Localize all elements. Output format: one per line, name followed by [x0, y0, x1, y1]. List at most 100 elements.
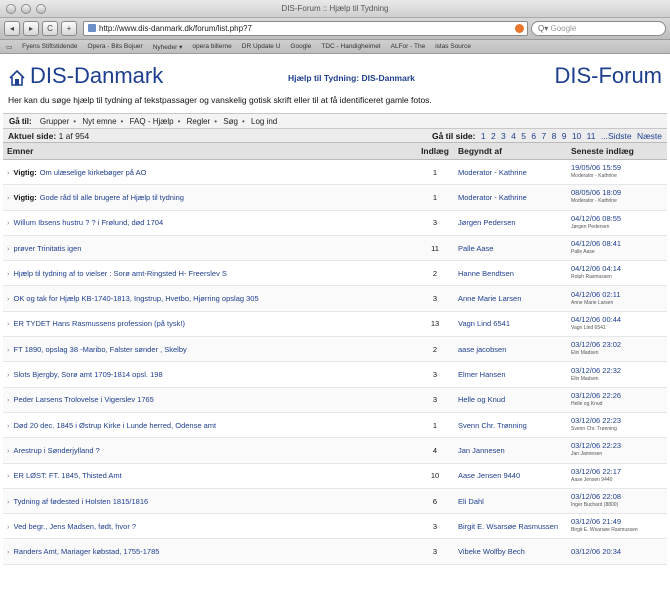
last-post-date-link[interactable]: 04/12/06 02:11: [571, 290, 663, 299]
rss-icon[interactable]: [515, 24, 524, 33]
bullet-separator: •: [177, 117, 181, 126]
topic-link[interactable]: ER LØST: FT. 1845, Thisted Amt: [14, 471, 122, 480]
last-post-date-link[interactable]: 03/12/06 21:49: [571, 518, 663, 526]
bookmark-item[interactable]: Google: [290, 43, 311, 50]
table-row: › Vigtig: Om ulæselige kirkebøger på AO 1 Mo…: [3, 159, 667, 186]
topic-link[interactable]: Randers Amt, Mariager købstad, 1755-1785: [14, 547, 160, 556]
topic-author-link[interactable]: Aase Jensen 9440: [454, 463, 567, 489]
page-link[interactable]: 11: [587, 131, 596, 141]
topic-author-link[interactable]: Birgit E. Wsarsøe Rasmussen: [454, 513, 567, 540]
last-post-cell: 03/12/06 21:49 Birgit E. Wsarsøe Rasmusse…: [567, 513, 667, 540]
topic-arrow-icon: ›: [7, 344, 10, 354]
site-logo[interactable]: DIS-Danmark: [8, 63, 163, 89]
topic-link[interactable]: Hjælp til tydning af to vielser : Sorø a…: [14, 269, 227, 278]
last-post-date-link[interactable]: 04/12/06 04:14: [571, 265, 663, 273]
search-field[interactable]: Q▾ Google: [531, 21, 666, 36]
bookmark-item[interactable]: TDC - Handigheimet: [321, 43, 380, 50]
last-post-user: Svenn Chr. Trønning: [571, 426, 617, 433]
bookmark-item[interactable]: Nyheder ▾: [153, 43, 183, 51]
topic-link[interactable]: Om ulæselige kirkebøger på AO: [40, 168, 147, 177]
page-link[interactable]: 10: [572, 131, 581, 141]
bookmark-item[interactable]: Fyens Stiftstidende: [22, 43, 77, 50]
important-label: Vigtig:: [13, 192, 37, 202]
last-post-date-link[interactable]: 03/12/06 22:17: [571, 467, 663, 476]
topic-author-link[interactable]: Anne Marie Larsen: [454, 285, 567, 312]
topic-link[interactable]: Willum Ibsens hustru ? ? i Frølund, død …: [14, 218, 164, 227]
topic-link[interactable]: OK og tak for Hjælp KB-1740-1813, Ingstr…: [14, 294, 259, 303]
topic-author-link[interactable]: aase jacobsen: [454, 336, 567, 363]
nav-link-new-topic[interactable]: Nyt emne: [82, 117, 116, 126]
topic-author-link[interactable]: Palle Aase: [454, 235, 567, 262]
topic-link[interactable]: Gode råd til alle brugere af Hjælp til t…: [40, 193, 184, 202]
address-bar[interactable]: http://www.dis-danmark.dk/forum/list.php…: [83, 21, 528, 36]
topic-author-link[interactable]: Moderator - Kathrine: [454, 159, 567, 186]
nav-link-faq[interactable]: FAQ - Hjælp: [130, 117, 174, 126]
last-post-date-link[interactable]: 03/12/06 23:02: [571, 341, 663, 349]
page-link[interactable]: 5: [521, 131, 526, 141]
bullet-separator: •: [214, 117, 218, 126]
last-post-user: Palle Aase: [571, 249, 595, 256]
topic-link[interactable]: Peder Larsens Trolovelse i Vigerslev 176…: [14, 395, 154, 404]
page-link[interactable]: 9: [562, 131, 567, 141]
last-post-date-link[interactable]: 04/12/06 08:55: [571, 214, 663, 223]
last-post-date-link[interactable]: 03/12/06 20:34: [571, 547, 663, 556]
forum-section-title[interactable]: Hjælp til Tydning: DIS-Danmark: [288, 73, 415, 83]
last-post-date-link[interactable]: 03/12/06 22:08: [571, 493, 663, 501]
last-post-date-link[interactable]: 03/12/06 22:32: [571, 366, 663, 375]
topic-author-link[interactable]: Vagn Lind 6541: [454, 311, 567, 338]
page-link[interactable]: 4: [511, 131, 516, 141]
last-post-cell: 04/12/06 08:41 Palle Aase: [567, 235, 667, 262]
forward-button[interactable]: ▸: [23, 21, 39, 36]
nav-link-login[interactable]: Log ind: [251, 117, 277, 126]
topic-link[interactable]: ER TYDET Hans Rasmussens profession (på …: [14, 319, 185, 328]
topic-link[interactable]: FT 1890, opslag 38 -Maribo, Falster sønd…: [14, 345, 187, 354]
reload-button[interactable]: C: [42, 21, 58, 36]
page-link[interactable]: 7: [541, 131, 546, 141]
last-post-date-link[interactable]: 08/05/06 18:09: [571, 189, 663, 197]
page-link[interactable]: 3: [501, 131, 506, 141]
post-count: 6: [416, 488, 454, 515]
goto-page-label: Gå til side:: [431, 131, 476, 141]
topic-author-link[interactable]: Jørgen Pedersen: [454, 210, 567, 236]
topic-link[interactable]: Tydning af fødested i Holsten 1815/1816: [14, 497, 149, 506]
bookmark-item[interactable]: Opera - Bits Bojuer: [87, 43, 142, 50]
last-post-date-link[interactable]: 03/12/06 22:23: [571, 442, 663, 450]
bookmark-item[interactable]: opera billerne: [192, 43, 231, 50]
topic-author-link[interactable]: Hanne Bendtsen: [454, 260, 567, 287]
bookmarks-icon[interactable]: ▭: [6, 43, 12, 51]
last-post-date-link[interactable]: 04/12/06 00:44: [571, 315, 663, 324]
page-link[interactable]: 6: [531, 131, 536, 141]
nav-link-groups[interactable]: Grupper: [40, 117, 69, 126]
topic-author-link[interactable]: Eli Dahl: [454, 488, 567, 515]
add-bookmark-button[interactable]: +: [61, 21, 77, 36]
topic-link[interactable]: Død 20 dec. 1845 i Østrup Kirke i Lunde …: [14, 421, 217, 430]
page-link[interactable]: 1: [481, 131, 486, 141]
bookmark-item[interactable]: DR Update U: [242, 43, 281, 50]
last-post-cell: 03/12/06 22:26 Helle og Knud: [567, 387, 667, 413]
table-row: › Ved begr., Jens Madsen, født, hvor ? 3 Bi…: [3, 513, 667, 540]
topic-link[interactable]: Ved begr., Jens Madsen, født, hvor ?: [14, 522, 137, 531]
nav-link-search[interactable]: Søg: [223, 117, 238, 126]
topic-arrow-icon: ›: [7, 192, 10, 202]
topic-author-link[interactable]: Vibeke Wolfby Bech: [454, 538, 567, 565]
bookmark-item[interactable]: istas Source: [435, 43, 471, 50]
topic-link[interactable]: Slots Bjergby, Sorø amt 1709-1814 opsl. …: [14, 370, 163, 379]
bookmark-item[interactable]: ALFor - The: [391, 43, 426, 50]
topic-author-link[interactable]: Jan Jannesen: [454, 437, 567, 464]
topic-link[interactable]: Arestrup i Sønderjylland ?: [14, 446, 100, 455]
back-button[interactable]: ◂: [4, 21, 20, 36]
last-post-date-link[interactable]: 04/12/06 08:41: [571, 240, 663, 248]
next-page-link[interactable]: Næste: [637, 131, 662, 141]
last-post-date-link[interactable]: 19/05/06 15:59: [571, 164, 663, 172]
nav-link-rules[interactable]: Regler: [187, 117, 211, 126]
topic-author-link[interactable]: Elmer Hansen: [454, 361, 567, 388]
topic-author-link[interactable]: Svenn Chr. Trønning: [454, 412, 567, 439]
topic-author-link[interactable]: Helle og Knud: [454, 387, 567, 413]
last-post-date-link[interactable]: 03/12/06 22:23: [571, 417, 663, 425]
last-post-date-link[interactable]: 03/12/06 22:26: [571, 391, 663, 400]
page-link[interactable]: 2: [491, 131, 496, 141]
topic-author-link[interactable]: Moderator - Kathrine: [454, 184, 567, 211]
topic-link[interactable]: prøver Trinitatis igen: [14, 244, 82, 253]
page-link[interactable]: 8: [552, 131, 557, 141]
last-page-link[interactable]: ...Sidste: [601, 131, 632, 141]
